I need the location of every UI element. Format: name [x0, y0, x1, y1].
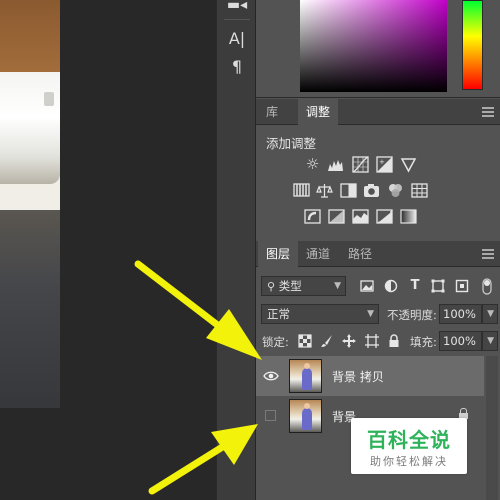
search-icon: ⚲ — [267, 280, 276, 293]
posterize-icon[interactable] — [328, 208, 345, 225]
layers-controls: ⚲ 类型 ▼ T 正常 ▼ 不透明度: 100% ▼ 锁定: 填充: 100% … — [256, 268, 500, 356]
adjustments-title: 添加调整 — [266, 136, 317, 151]
tab-adjustments[interactable]: 调整 — [298, 99, 339, 126]
blend-mode-select[interactable]: 正常 ▼ — [261, 304, 379, 324]
lock-artboard-icon[interactable] — [365, 334, 379, 348]
visibility-eye-icon[interactable] — [262, 368, 280, 384]
character-panel-icon[interactable]: A| — [217, 26, 257, 52]
watermark-title: 百科全说 — [367, 428, 451, 452]
tab-layers[interactable]: 图层 — [258, 241, 299, 268]
chevron-down-icon: ▼ — [487, 309, 494, 319]
vibrance-icon[interactable] — [400, 156, 417, 173]
photo-canvas-image — [0, 0, 60, 408]
filter-kind-label: 类型 — [278, 279, 302, 293]
hue-slider[interactable] — [462, 0, 483, 90]
layers-tabbar: 图层 通道 路径 — [256, 241, 500, 268]
layer-name[interactable]: 背景 拷贝 — [332, 368, 384, 385]
black-white-icon[interactable] — [340, 182, 357, 199]
layer-thumbnail — [289, 399, 322, 433]
type-filter-icon[interactable]: T — [408, 279, 422, 293]
invert-icon[interactable] — [304, 208, 321, 225]
photo-filter-icon[interactable] — [363, 182, 380, 199]
layer-thumbnail — [289, 359, 322, 393]
filter-toggle-switch[interactable] — [480, 277, 494, 295]
lock-transparent-icon[interactable] — [298, 334, 312, 348]
adjustment-filter-icon[interactable] — [384, 279, 398, 293]
chevron-down-icon: ▼ — [487, 336, 494, 346]
smart-object-filter-icon[interactable] — [455, 279, 469, 293]
lock-image-brush-icon[interactable] — [320, 334, 334, 348]
adjustments-tabbar: 库 调整 — [256, 99, 500, 126]
color-lookup-icon[interactable] — [411, 182, 428, 199]
chevron-down-icon: ▼ — [334, 281, 341, 291]
visibility-toggle-empty[interactable] — [265, 410, 276, 421]
photo-ground — [0, 210, 60, 408]
blend-mode-value: 正常 — [267, 307, 290, 321]
layer-row-background-copy[interactable]: 背景 拷贝 — [256, 356, 484, 396]
panel-menu-icon[interactable] — [482, 107, 494, 117]
fill-value: 100% — [443, 334, 476, 348]
thumbnail-figure — [302, 363, 312, 390]
layer-filter-select[interactable]: ⚲ 类型 ▼ — [261, 276, 346, 296]
brightness-contrast-icon[interactable]: ☼ — [304, 156, 321, 173]
tab-paths[interactable]: 路径 — [340, 241, 380, 267]
thumbnail-figure — [302, 403, 312, 430]
selective-color-icon[interactable] — [376, 208, 393, 225]
fill-dropdown-button[interactable]: ▼ — [482, 331, 498, 351]
layers-scrollbar[interactable] — [486, 356, 498, 500]
threshold-icon[interactable] — [352, 208, 369, 225]
exposure-icon[interactable]: + — [376, 156, 393, 173]
svg-text:+: + — [379, 158, 385, 166]
opacity-input[interactable]: 100% — [439, 304, 482, 324]
gradient-map-icon[interactable] — [400, 208, 417, 225]
lock-position-move-icon[interactable] — [342, 334, 356, 348]
shape-filter-icon[interactable] — [431, 279, 445, 293]
tab-channels[interactable]: 通道 — [298, 241, 338, 267]
lock-label: 锁定: — [262, 335, 289, 349]
opacity-dropdown-button[interactable]: ▼ — [482, 304, 498, 324]
photo-van-handle — [44, 92, 54, 106]
tab-library[interactable]: 库 — [258, 99, 286, 125]
paragraph-panel-icon[interactable]: ¶ — [217, 54, 257, 80]
channel-mixer-icon[interactable] — [387, 182, 404, 199]
lock-all-icon[interactable] — [387, 334, 401, 348]
levels-icon[interactable] — [327, 156, 344, 173]
fill-input[interactable]: 100% — [439, 331, 482, 351]
opacity-value: 100% — [443, 307, 476, 321]
fill-label: 填充: — [410, 335, 437, 349]
tool-strip: ▬◂ A| ¶ — [216, 0, 256, 500]
watermark-subtitle: 助你轻松解决 — [370, 455, 448, 468]
curves-icon[interactable] — [352, 156, 369, 173]
hue-saturation-icon[interactable] — [293, 182, 310, 199]
watermark-logo: 百科全说 助你轻松解决 — [351, 418, 467, 474]
layers-panel-menu-icon[interactable] — [482, 249, 494, 259]
pixel-filter-icon[interactable] — [360, 279, 374, 293]
notes-tool-icon[interactable]: ▬◂ — [217, 0, 257, 18]
tool-separator — [224, 19, 250, 20]
opacity-label: 不透明度: — [387, 308, 437, 322]
color-saturation-field[interactable] — [300, 0, 447, 92]
document-canvas[interactable] — [0, 0, 216, 500]
chevron-down-icon: ▼ — [367, 309, 374, 319]
color-balance-icon[interactable] — [316, 182, 333, 199]
color-panel — [256, 0, 500, 98]
photo-van-shape — [0, 72, 60, 184]
